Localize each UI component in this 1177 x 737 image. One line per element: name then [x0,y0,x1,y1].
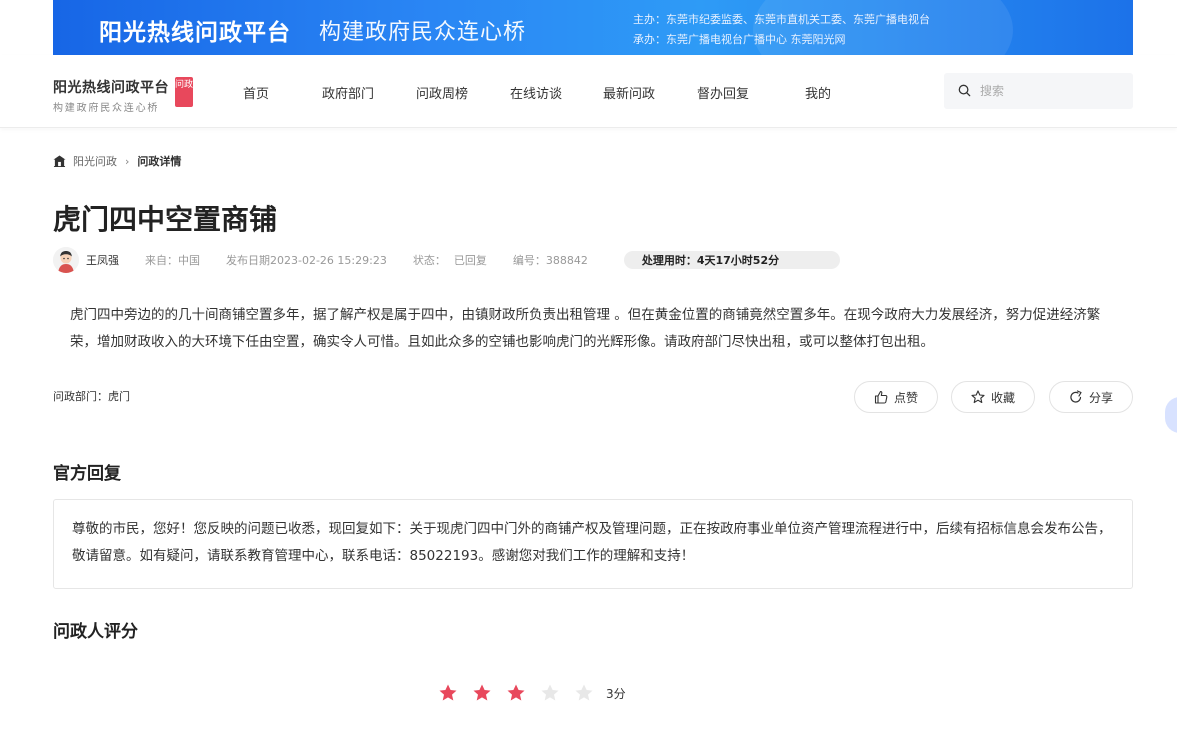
page-title: 虎门四中空置商铺 [53,203,278,236]
question-department: 问政部门：虎门 [53,390,130,403]
date-value: 2023-02-26 15:29:23 [270,254,387,267]
source-info: 来自：中国 [145,252,200,268]
nav-mine[interactable]: 我的 [805,83,831,102]
breadcrumb-home[interactable]: 阳光问政 [73,153,117,169]
rating-stars: 3分 [438,683,626,703]
logo-subtitle: 构建政府民众连心桥 [53,103,160,114]
banner-title: 阳光热线问政平台 [99,20,291,46]
processing-duration-badge: 处理用时：4天17小时52分 [623,251,840,269]
site-logo[interactable]: 阳光热线问政平台 构建政府民众连心桥 问政 [53,77,193,114]
nav-supervised-replies[interactable]: 督办回复 [697,83,749,102]
nav-weekly-ranking[interactable]: 问政周榜 [416,83,468,102]
nav-online-interview[interactable]: 在线访谈 [510,83,562,102]
favorite-label: 收藏 [990,390,1015,405]
star-icon [473,684,491,701]
status-value: 已回复 [453,254,487,267]
number-value: 388842 [545,254,588,267]
banner-slogan: 构建政府民众连心桥 [319,20,527,45]
nav-home[interactable]: 首页 [243,83,269,102]
rating-score-label: 3分 [606,686,626,701]
avatar [53,247,79,273]
thumbs-up-icon [874,390,888,404]
like-label: 点赞 [893,390,918,405]
floating-side-tab[interactable] [1165,397,1177,433]
question-meta: 王凤强 来自：中国 发布日期2023-02-26 15:29:23 状态： 已回复… [53,246,840,274]
star-icon [507,684,525,701]
source-label: 来自： [145,254,178,267]
rating-section-title: 问政人评分 [53,622,138,642]
star-icon [575,684,593,701]
search-input[interactable] [980,81,1120,101]
star-icon [439,684,457,701]
official-reply-title: 官方回复 [53,464,121,484]
share-label: 分享 [1088,390,1113,405]
main-navbar: 阳光热线问政平台 构建政府民众连心桥 问政 首页 政府部门 问政周榜 在线访谈 … [0,55,1177,128]
banner-host-line: 主办：东莞市纪委监委、东莞市直机关工委、东莞广播电视台 [633,13,930,26]
logo-title: 阳光热线问政平台 [53,80,169,96]
top-banner: 阳光热线问政平台 构建政府民众连心桥 主办：东莞市纪委监委、东莞市直机关工委、东… [53,0,1133,55]
breadcrumb-separator: › [125,154,130,168]
search-icon[interactable] [958,84,971,97]
question-number: 编号：388842 [513,252,588,268]
logo-badge: 问政 [175,77,193,107]
author-name[interactable]: 王凤强 [86,252,119,268]
nav-government-departments[interactable]: 政府部门 [322,83,374,102]
status-info: 状态： 已回复 [413,252,487,268]
breadcrumb: 阳光问政 › 问政详情 [53,153,181,169]
home-icon [53,155,66,167]
breadcrumb-current: 问政详情 [137,155,182,168]
status-label: 状态： [412,254,446,267]
search-box[interactable] [944,73,1133,109]
share-button[interactable]: 分享 [1049,381,1133,413]
like-button[interactable]: 点赞 [854,381,938,413]
date-label: 发布日期 [226,254,270,267]
number-label: 编号： [512,254,546,267]
share-icon [1070,390,1082,403]
official-reply-box: 尊敬的市民，您好！您反映的问题已收悉，现回复如下：关于现虎门四中门外的商铺产权及… [53,499,1133,589]
banner-organizer-line: 承办：东莞广播电视台广播中心 东莞阳光网 [633,33,846,46]
publish-date: 发布日期2023-02-26 15:29:23 [226,252,387,268]
favorite-button[interactable]: 收藏 [951,381,1035,413]
nav-latest-questions[interactable]: 最新问政 [603,83,655,102]
official-reply-content: 尊敬的市民，您好！您反映的问题已收悉，现回复如下：关于现虎门四中门外的商铺产权及… [72,521,1112,564]
star-icon [541,684,559,701]
star-outline-icon [971,390,985,404]
source-value: 中国 [178,254,200,267]
banner-host-info: 主办：东莞市纪委监委、东莞市直机关工委、东莞广播电视台 承办：东莞广播电视台广播… [633,10,930,50]
question-content: 虎门四中旁边的的几十间商铺空置多年，据了解产权是属于四中，由镇财政所负责出租管理… [70,307,1101,350]
